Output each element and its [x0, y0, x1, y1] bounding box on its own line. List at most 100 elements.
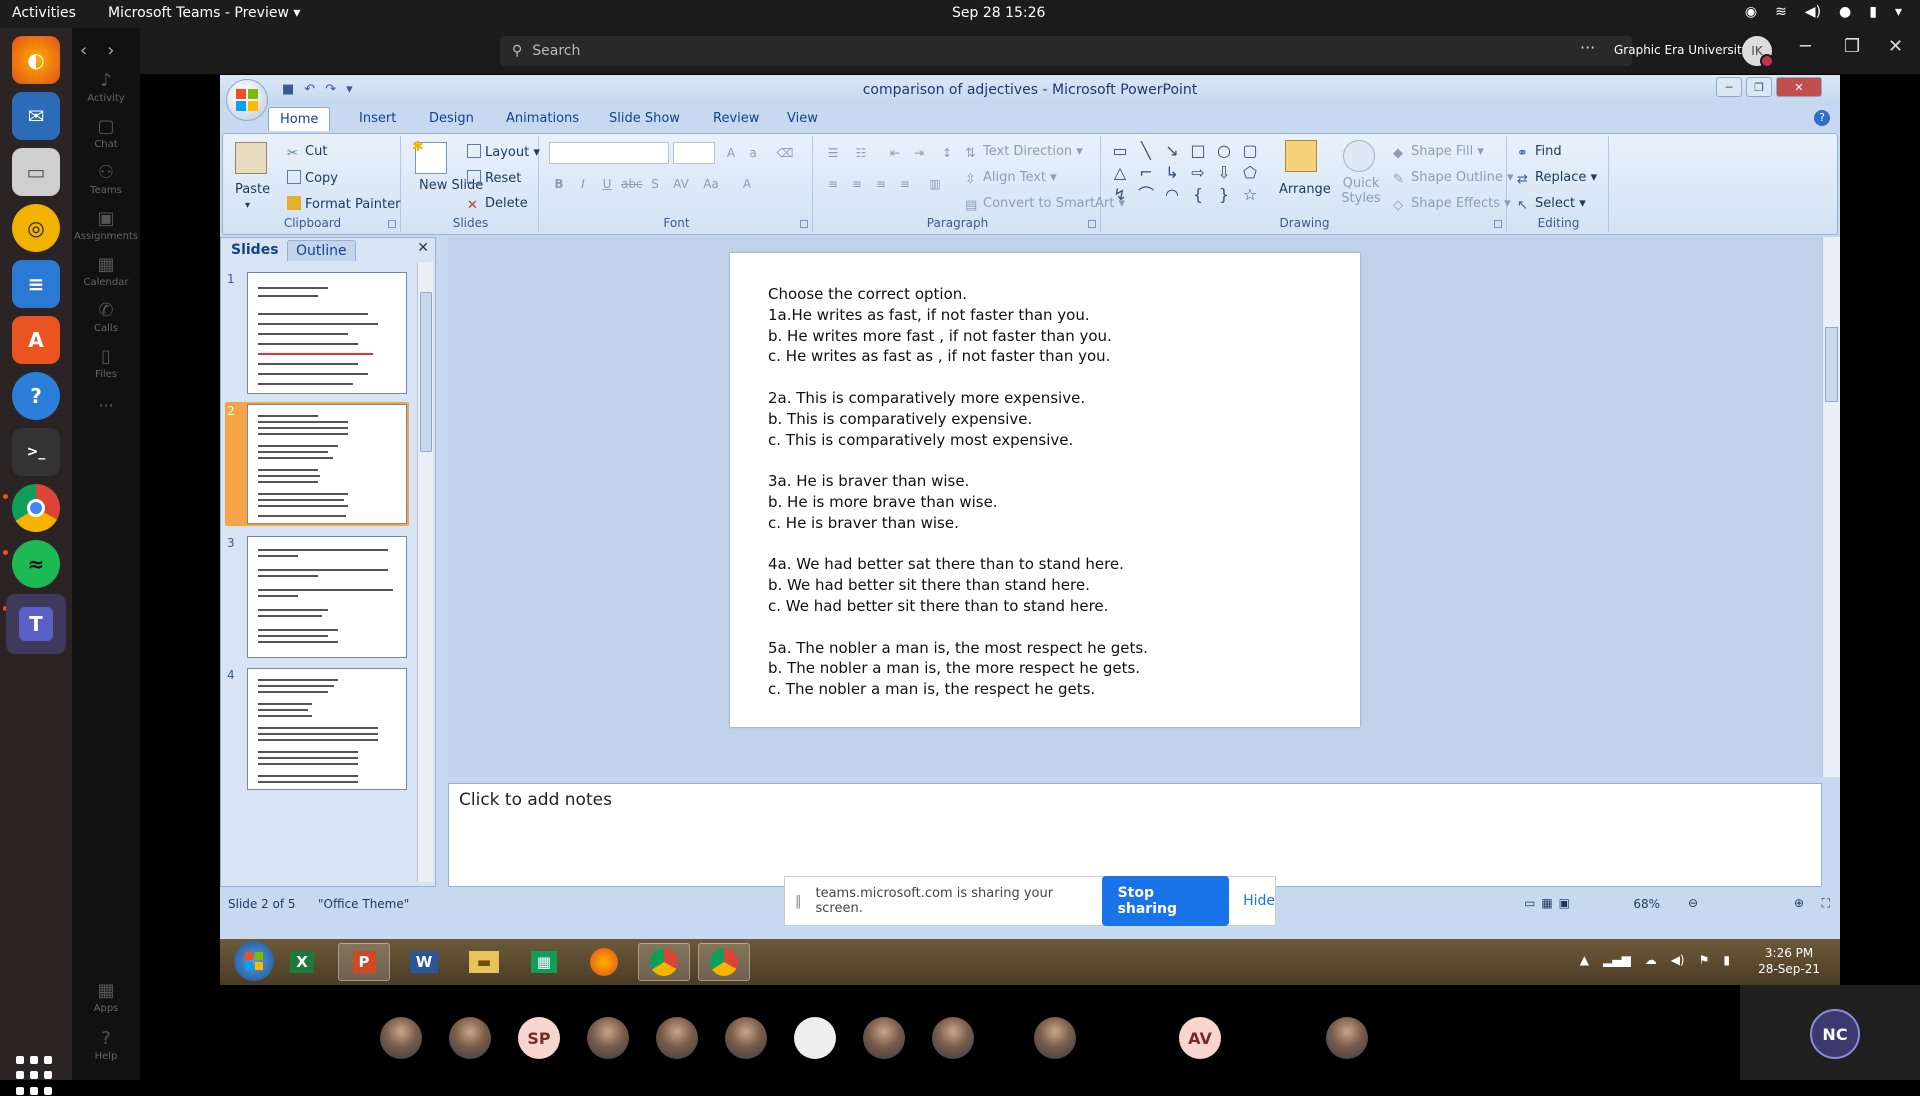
zoom-level[interactable]: 68%	[1633, 897, 1660, 911]
align-left-icon[interactable]: ≡	[823, 174, 843, 194]
zoom-in-icon[interactable]: ⊕	[1794, 896, 1804, 910]
redo-icon[interactable]: ↷	[325, 82, 336, 97]
notes-pane[interactable]: Click to add notes	[448, 783, 1822, 887]
participant-avatar[interactable]	[587, 1017, 629, 1059]
teams-tray-icon[interactable]: ◉	[1745, 4, 1757, 20]
shape-effects-button[interactable]: ◇ Shape Effects ▾	[1393, 196, 1511, 213]
windows-clock[interactable]: 3:26 PM 28-Sep-21	[1758, 945, 1820, 977]
participant-avatar[interactable]	[449, 1017, 491, 1059]
increase-indent-icon[interactable]: ⇥	[909, 143, 929, 163]
find-button[interactable]: ⚭ Find	[1517, 144, 1562, 161]
align-center-icon[interactable]: ≡	[847, 174, 867, 194]
avatar[interactable]: IK	[1742, 36, 1774, 68]
font-size-field[interactable]	[673, 142, 715, 164]
participant-avatar[interactable]	[656, 1017, 698, 1059]
back-icon[interactable]: ‹	[80, 40, 87, 61]
system-tray[interactable]: ◉ ≋ ◀) ● ▮ ▾	[1745, 4, 1902, 20]
ppt-close-icon[interactable]: ✕	[1776, 77, 1822, 97]
view-buttons[interactable]: ▭▦▣	[1524, 896, 1576, 910]
participant-avatar[interactable]	[794, 1017, 836, 1059]
arrange-button[interactable]: Arrange	[1279, 182, 1331, 197]
undo-icon[interactable]: ↶	[304, 82, 315, 97]
software-icon[interactable]: A	[12, 316, 60, 364]
writer-icon[interactable]: ≡	[12, 260, 60, 308]
spotify-icon[interactable]: ≈	[12, 540, 60, 588]
rail-apps[interactable]: ▦ Apps	[72, 980, 140, 1014]
format-painter-button[interactable]: Format Painter	[287, 196, 400, 212]
align-text-button[interactable]: ⇳ Align Text ▾	[965, 170, 1057, 187]
rail-activity[interactable]: ♪ Activity	[72, 70, 140, 104]
participant-avatar[interactable]	[725, 1017, 767, 1059]
rail-calendar[interactable]: ▦ Calendar	[72, 254, 140, 288]
start-button[interactable]	[234, 941, 274, 981]
grow-font-icon[interactable]: A	[721, 143, 741, 163]
sheets-icon[interactable]: ▦	[518, 943, 570, 981]
line-spacing-icon[interactable]: ↕	[937, 143, 957, 163]
stop-sharing-button[interactable]: Stop sharing	[1101, 876, 1230, 926]
rail-assignments[interactable]: ▣ Assignments	[72, 208, 140, 242]
slide[interactable]: Choose the correct option. 1a.He writes a…	[730, 253, 1360, 727]
participant-avatar[interactable]: AV	[1179, 1017, 1221, 1059]
convert-smartart-button[interactable]: ▤ Convert to SmartArt ▾	[965, 196, 1125, 213]
canvas-scrollbar[interactable]	[1822, 237, 1840, 777]
rail-calls[interactable]: ✆ Calls	[72, 300, 140, 334]
help-icon[interactable]: ?	[1814, 110, 1830, 126]
search-input[interactable]: ⚲ Search	[500, 36, 1632, 66]
drag-handle-icon[interactable]: ‖	[795, 894, 802, 909]
org-name[interactable]: Graphic Era University	[1614, 43, 1749, 57]
copy-button[interactable]: Copy	[287, 170, 338, 186]
paste-dropdown-icon[interactable]: ▾	[245, 200, 250, 211]
rail-more[interactable]: ···	[72, 396, 140, 415]
decrease-indent-icon[interactable]: ⇤	[885, 143, 905, 163]
change-case-icon[interactable]: Aa	[701, 174, 721, 194]
word-icon[interactable]: W	[398, 943, 450, 981]
italic-icon[interactable]: I	[573, 174, 593, 194]
shapes-gallery[interactable]: ▭ ╲ ↘ □ ○ ▢ △ ⌐ ↳ ⇨ ⇩ ⬠ ↯ ⌒ ◠ {} ☆	[1111, 142, 1263, 204]
participant-avatar[interactable]: SP	[518, 1017, 560, 1059]
participant-avatar[interactable]	[932, 1017, 974, 1059]
numbering-icon[interactable]: ☷	[851, 143, 871, 163]
delete-button[interactable]: ✕ Delete	[467, 196, 528, 213]
chrome-taskbar-icon[interactable]	[638, 943, 690, 981]
ppt-restore-icon[interactable]: ❐	[1746, 77, 1772, 97]
close-icon[interactable]: ✕	[1888, 36, 1903, 57]
files-icon[interactable]: ▭	[12, 148, 60, 196]
clear-format-icon[interactable]: ⌫	[775, 143, 795, 163]
drawing-launcher[interactable]	[1494, 220, 1502, 228]
self-avatar[interactable]: NC	[1810, 1009, 1860, 1059]
ppt-minimize-icon[interactable]: ─	[1716, 77, 1742, 97]
slide-thumbnail-3[interactable]	[247, 536, 407, 658]
participant-avatar[interactable]	[1326, 1017, 1368, 1059]
app-menu[interactable]: Microsoft Teams - Preview ▾	[108, 5, 300, 21]
bold-icon[interactable]: B	[549, 174, 569, 194]
tab-design[interactable]: Design	[429, 111, 474, 126]
cut-button[interactable]: ✂ Cut	[287, 144, 327, 161]
forward-icon[interactable]: ›	[107, 40, 114, 61]
tray-arrow-icon[interactable]: ▲	[1580, 953, 1589, 967]
chrome-profile-taskbar-icon[interactable]	[698, 943, 750, 981]
bullets-icon[interactable]: ☰	[823, 143, 843, 163]
font-color-icon[interactable]: A	[737, 174, 757, 194]
chrome-icon[interactable]	[12, 484, 60, 532]
tab-view[interactable]: View	[787, 111, 818, 126]
help-icon[interactable]: ?	[12, 372, 60, 420]
hide-banner-link[interactable]: Hide	[1243, 893, 1275, 909]
text-direction-button[interactable]: ⇅ Text Direction ▾	[965, 144, 1083, 161]
fit-slide-icon[interactable]: ⛶	[1822, 896, 1830, 911]
char-spacing-icon[interactable]: AV	[671, 174, 691, 194]
columns-icon[interactable]: ▥	[925, 174, 945, 194]
justify-icon[interactable]: ≡	[895, 174, 915, 194]
underline-icon[interactable]: U	[597, 174, 617, 194]
pane-scrollbar[interactable]	[417, 262, 433, 882]
tab-insert[interactable]: Insert	[359, 111, 396, 126]
activities-button[interactable]: Activities	[12, 5, 76, 21]
firefox-taskbar-icon[interactable]	[578, 943, 630, 981]
more-options-icon[interactable]: ···	[1580, 38, 1595, 57]
minimize-icon[interactable]: ─	[1800, 36, 1811, 57]
chevron-down-icon[interactable]: ▾	[1895, 4, 1902, 20]
font-launcher[interactable]	[800, 220, 808, 228]
rail-files[interactable]: ▯ Files	[72, 346, 140, 380]
participant-avatar[interactable]	[1034, 1017, 1076, 1059]
windows-tray[interactable]: ▲ ▂▄▆ ☁ ◀) ⚑ ▮	[1580, 953, 1730, 967]
zoom-out-icon[interactable]: ⊖	[1688, 896, 1698, 910]
